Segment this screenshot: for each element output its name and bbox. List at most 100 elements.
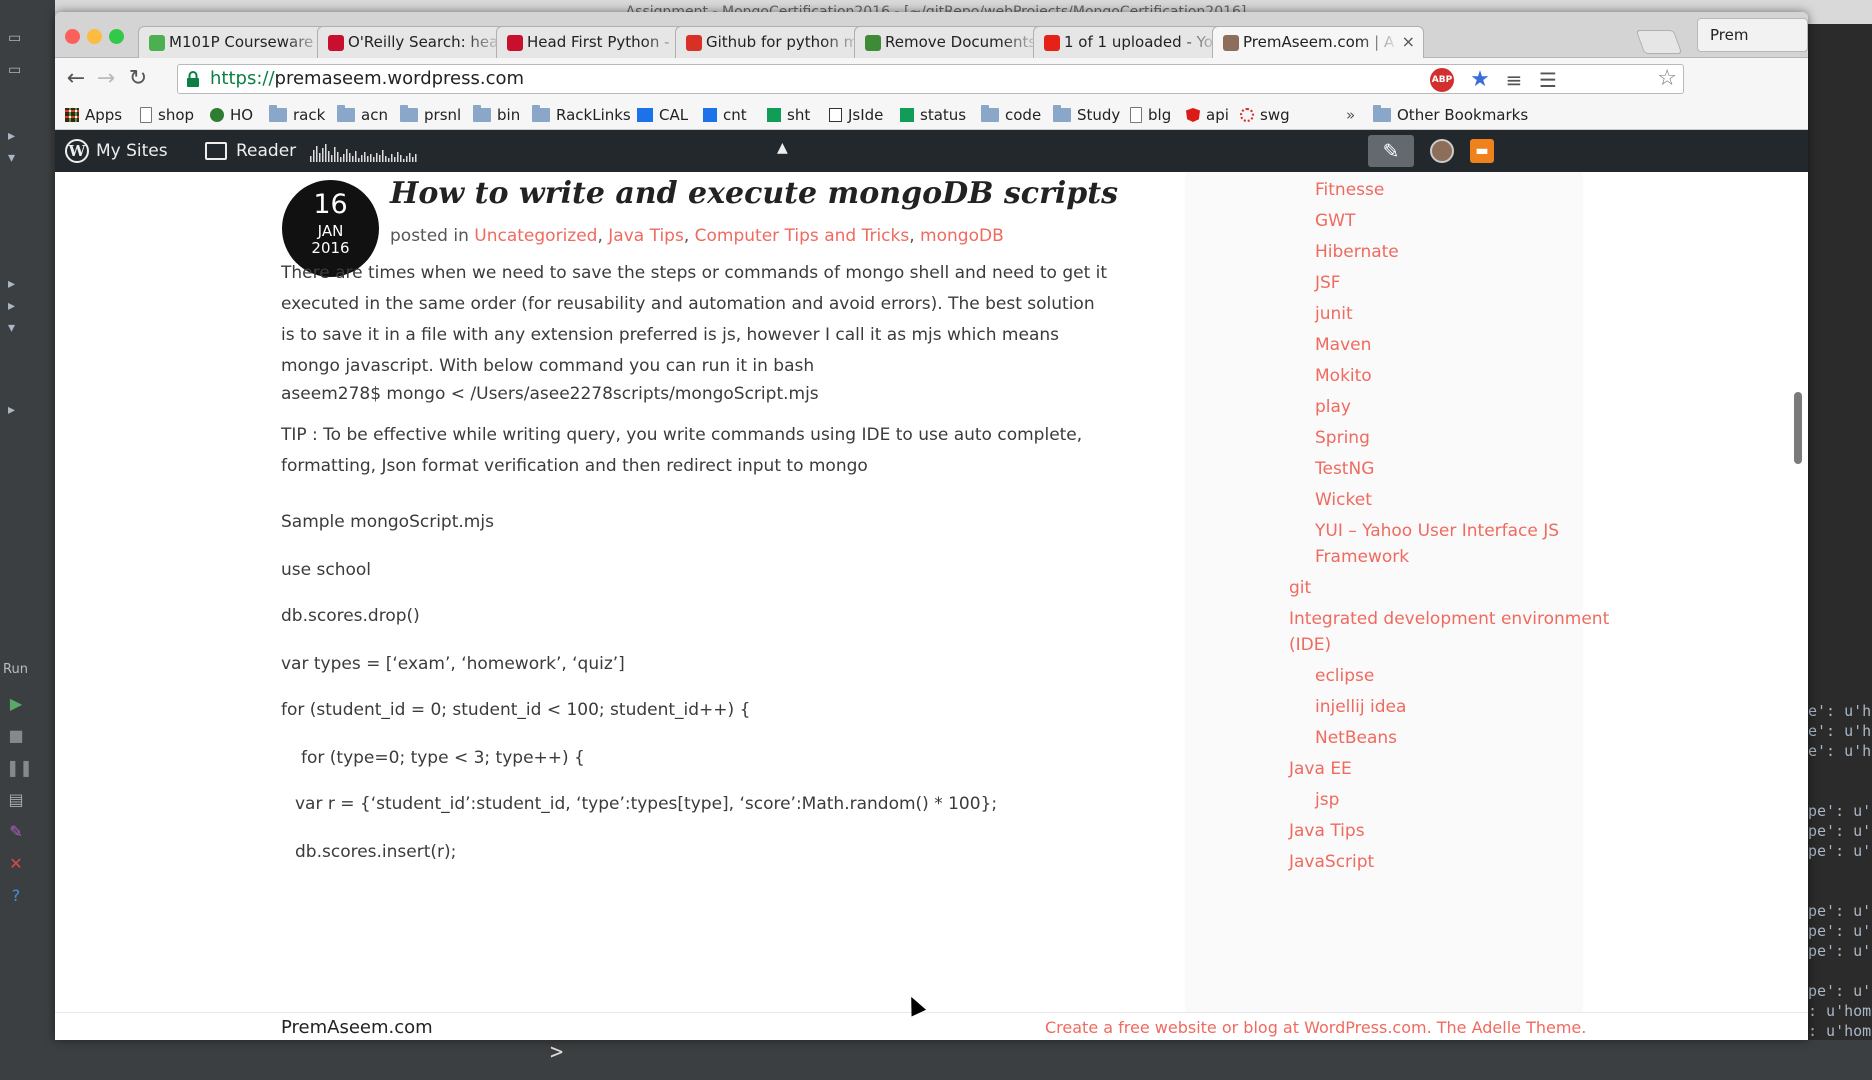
bookmark-api[interactable]: api <box>1186 100 1229 130</box>
chevron-right-icon[interactable]: ▸ <box>8 402 15 418</box>
bookmark-prsnl[interactable]: prsnl <box>400 100 461 130</box>
chevron-down-icon[interactable]: ▾ <box>8 320 15 336</box>
category-link[interactable]: Computer Tips and Tricks <box>695 226 910 246</box>
sidebar-category-link[interactable]: Wicket <box>1315 485 1372 516</box>
post-title[interactable]: How to write and execute mongoDB scripts <box>390 172 1118 216</box>
bookmark-ho[interactable]: HO <box>210 100 253 130</box>
sidebar-category-link[interactable]: play <box>1315 392 1351 423</box>
footer-credit[interactable]: Create a free website or blog at WordPre… <box>1045 1013 1586 1040</box>
folder-icon[interactable]: ▭ <box>8 62 21 78</box>
sidebar-category-link[interactable]: Java EE <box>1289 754 1352 785</box>
bookmark-study[interactable]: Study <box>1053 100 1120 130</box>
chevron-right-icon[interactable]: ▸ <box>8 298 15 314</box>
window-minimize-button[interactable] <box>87 29 102 44</box>
bookmark-jside[interactable]: JsIde <box>829 100 883 130</box>
sidebar-category-link[interactable]: TestNG <box>1315 454 1374 485</box>
bookmark-cnt[interactable]: cnt <box>703 100 747 130</box>
sidebar-category-link[interactable]: injellij idea <box>1315 692 1406 723</box>
sidebar-category-link[interactable]: Java Tips <box>1289 816 1365 847</box>
other-bookmarks[interactable]: Other Bookmarks <box>1373 100 1528 130</box>
sidebar-category-link[interactable]: JavaScript <box>1289 847 1374 878</box>
menu-icon[interactable]: ☰ <box>1536 68 1560 92</box>
profile-button[interactable]: Prem Aseem <box>1697 18 1808 76</box>
sparkline-bar <box>343 154 345 162</box>
folder-icon[interactable]: ▭ <box>8 30 21 46</box>
pin-icon[interactable]: ✎ <box>6 822 26 842</box>
bookmark-star-icon[interactable]: ★ <box>1468 68 1492 92</box>
code-line: for (type=0; type < 3; type++) { <box>301 748 585 768</box>
sidebar-category-link[interactable]: junit <box>1315 299 1353 330</box>
write-post-button[interactable]: ✎ <box>1368 135 1414 167</box>
bookmark-apps[interactable]: Apps <box>65 100 122 130</box>
run-icon[interactable]: ▶ <box>6 694 26 714</box>
bookmark-bin[interactable]: bin <box>473 100 520 130</box>
bookmark-shop[interactable]: shop <box>140 100 194 130</box>
post-meta: posted in Uncategorized, Java Tips, Comp… <box>390 226 1004 246</box>
sidebar-category-link[interactable]: eclipse <box>1315 661 1374 692</box>
sidebar-category-link[interactable]: Integrated development environment <box>1289 604 1609 635</box>
reader-link[interactable]: Reader <box>236 130 296 172</box>
help-icon[interactable]: ? <box>6 886 26 906</box>
sidebar-category-link[interactable]: NetBeans <box>1315 723 1397 754</box>
collapse-arrow-icon[interactable]: ▲ <box>777 140 788 156</box>
bookmark-racklinks[interactable]: RackLinks <box>532 100 631 130</box>
footer-site-name[interactable]: PremAseem.com <box>281 1013 433 1040</box>
sidebar-category-link[interactable]: Mokito <box>1315 361 1372 392</box>
stop-icon[interactable]: ■ <box>6 726 26 746</box>
close-tab-icon[interactable]: × <box>1402 27 1415 57</box>
reader-icon[interactable] <box>205 142 227 160</box>
bookmark-cal[interactable]: CAL <box>637 100 688 130</box>
forward-arrow-icon[interactable]: → <box>93 66 119 92</box>
bookmark-star-icon[interactable]: ☆ <box>1657 66 1677 91</box>
page-icon <box>140 107 152 123</box>
wordpress-logo-icon[interactable]: W <box>65 139 89 163</box>
console-line: e': u'h <box>1808 722 1872 740</box>
close-icon[interactable]: ✕ <box>6 854 26 874</box>
my-sites-link[interactable]: My Sites <box>96 130 168 172</box>
back-arrow-icon[interactable]: ← <box>63 66 89 92</box>
bookmark-swg[interactable]: swg <box>1240 100 1290 130</box>
window-close-button[interactable] <box>65 29 80 44</box>
category-link[interactable]: Java Tips <box>608 226 684 246</box>
address-bar[interactable]: https://premaseem.wordpress.com ☆ <box>177 64 1684 94</box>
bookmark-code[interactable]: code <box>981 100 1041 130</box>
layout-icon[interactable]: ▤ <box>6 790 26 810</box>
notifications-icon[interactable]: ▬ <box>1470 139 1494 163</box>
window-zoom-button[interactable] <box>109 29 124 44</box>
chevron-down-icon[interactable]: ▾ <box>8 150 15 166</box>
sidebar-category-link[interactable]: GWT <box>1315 206 1355 237</box>
gmail-icon <box>686 35 702 51</box>
bookmarks-overflow-chevron[interactable]: » <box>1346 100 1355 130</box>
post-tip: TIP : To be effective while writing quer… <box>281 425 1083 476</box>
browser-tab[interactable]: PremAseem.com | A × <box>1212 26 1424 58</box>
sidebar-category-link[interactable]: Maven <box>1315 330 1371 361</box>
new-tab-button[interactable] <box>1635 30 1683 54</box>
sidebar-category-link[interactable]: Hibernate <box>1315 237 1399 268</box>
adblock-plus-icon[interactable]: ABP <box>1430 68 1454 92</box>
stats-sparkline-icon[interactable] <box>310 142 420 162</box>
page-scrollbar[interactable] <box>1794 392 1802 464</box>
sidebar-category-link[interactable]: jsp <box>1315 785 1339 816</box>
sidebar-category-link[interactable]: (IDE) <box>1289 630 1331 661</box>
sidebar-category-link[interactable]: JSF <box>1315 268 1341 299</box>
bookmark-status[interactable]: status <box>900 100 966 130</box>
reload-icon[interactable]: ↻ <box>125 66 151 92</box>
sparkline-bar <box>319 153 321 162</box>
bookmark-blg[interactable]: blg <box>1130 100 1171 130</box>
stack-icon[interactable]: ≡ <box>1502 68 1526 92</box>
bookmark-acn[interactable]: acn <box>337 100 388 130</box>
category-link[interactable]: mongoDB <box>920 226 1004 246</box>
sidebar-category-link[interactable]: Spring <box>1315 423 1370 454</box>
chevron-right-icon[interactable]: ▸ <box>8 276 15 292</box>
sidebar-category-link[interactable]: Framework <box>1315 542 1409 573</box>
console-prompt[interactable]: > <box>550 1040 590 1080</box>
code-line: var r = {‘student_id’:student_id, ‘type’… <box>295 794 998 814</box>
bookmark-rack[interactable]: rack <box>269 100 325 130</box>
user-avatar[interactable] <box>1430 139 1454 163</box>
bookmark-sht[interactable]: sht <box>767 100 810 130</box>
sidebar-category-link[interactable]: Fitnesse <box>1315 175 1384 206</box>
category-link[interactable]: Uncategorized <box>474 226 597 246</box>
sidebar-category-link[interactable]: git <box>1289 573 1311 604</box>
pause-icon[interactable]: ❚❚ <box>6 758 33 778</box>
chevron-right-icon[interactable]: ▸ <box>8 128 15 144</box>
